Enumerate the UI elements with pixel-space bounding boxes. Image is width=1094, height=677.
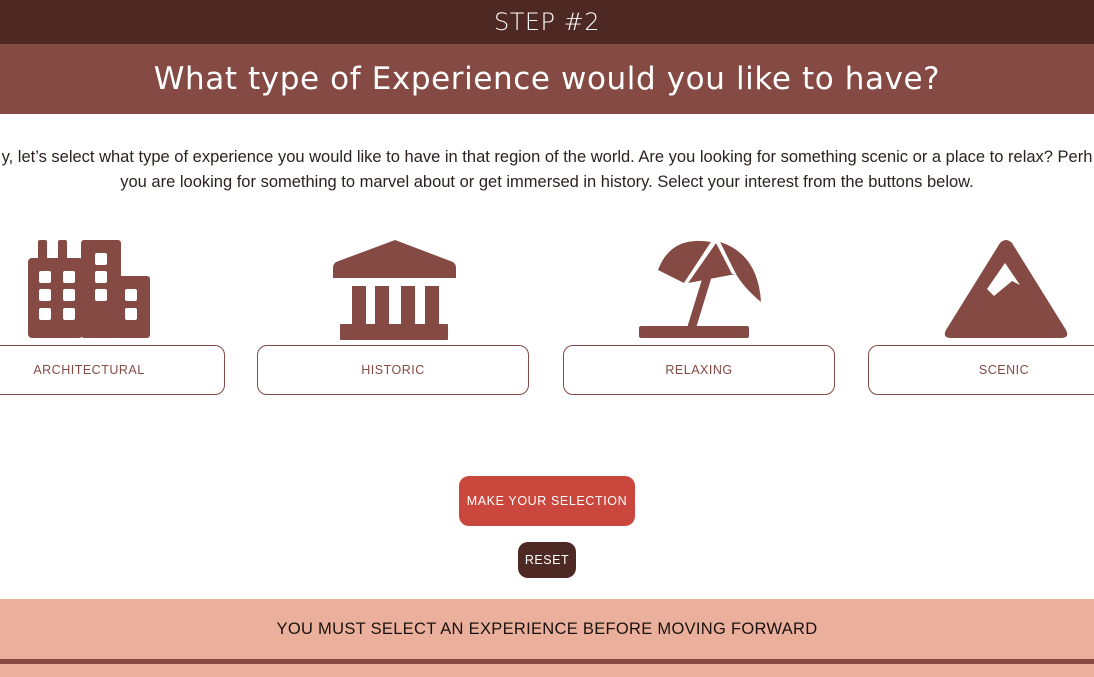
selection-warning-banner: YOU MUST SELECT AN EXPERIENCE BEFORE MOV… <box>0 599 1094 659</box>
option-historic-button[interactable]: HISTORIC <box>257 345 529 395</box>
intro-line-1: y, let’s select what type of experience … <box>1 148 1093 166</box>
option-architectural-button[interactable]: ARCHITECTURAL <box>0 345 225 395</box>
intro-text: y, let’s select what type of experience … <box>0 145 1094 195</box>
reset-button[interactable]: RESET <box>518 542 576 578</box>
mountain-icon <box>944 240 1068 338</box>
building-icon <box>28 240 150 338</box>
footer-strip <box>0 664 1094 677</box>
make-selection-button[interactable]: MAKE YOUR SELECTION <box>459 476 635 526</box>
beach-umbrella-icon <box>639 240 761 338</box>
museum-icon <box>333 240 456 340</box>
step-label: STEP #2 <box>0 0 1094 44</box>
option-scenic-button[interactable]: SCENIC <box>868 345 1094 395</box>
page-title: What type of Experience would you like t… <box>0 44 1094 114</box>
option-relaxing-button[interactable]: RELAXING <box>563 345 835 395</box>
intro-line-2: you are looking for something to marvel … <box>120 173 974 191</box>
